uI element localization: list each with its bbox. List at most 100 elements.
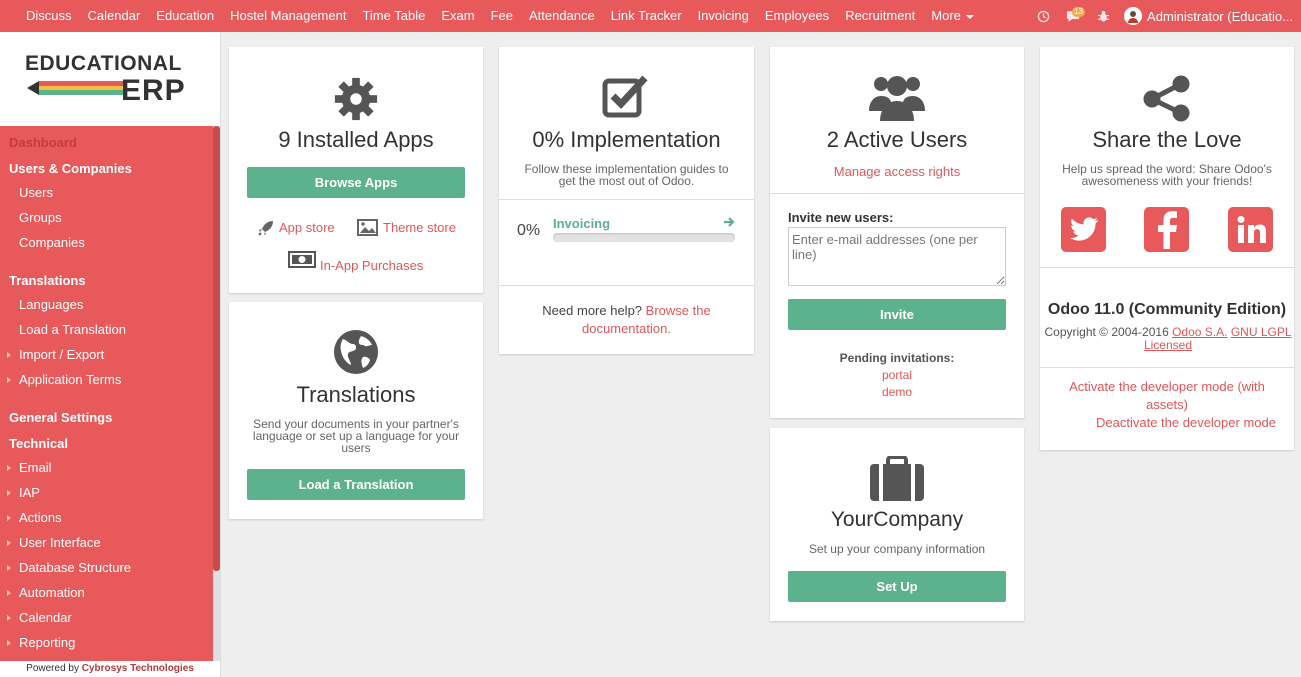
active-users-card: 2 Active Users Manage access rights Invi…	[770, 47, 1024, 418]
company-card: YourCompany Set up your company informat…	[770, 428, 1024, 621]
sidebar-item-user-interface[interactable]: User Interface	[7, 535, 101, 550]
implementation-card: 0% Implementation Follow these implement…	[499, 47, 754, 354]
sidebar-item-users[interactable]: Users	[19, 185, 53, 200]
sidebar: EDUCATIONAL ERP Dashboard Users & Compan…	[0, 32, 221, 677]
sidebar-item-companies[interactable]: Companies	[19, 235, 85, 250]
briefcase-icon	[870, 456, 924, 501]
copyright-text: Copyright © 2004-2016	[1044, 325, 1169, 339]
share-card: Share the Love Help us spread the word: …	[1040, 47, 1294, 450]
translations-description: Send your documents in your partner's la…	[252, 417, 460, 455]
gear-icon	[334, 77, 378, 121]
image-icon	[357, 219, 378, 236]
sidebar-item-dashboard[interactable]: Dashboard	[9, 135, 77, 150]
user-name: Administrator (Educatio...	[1147, 8, 1293, 24]
scrollbar-thumb[interactable]	[213, 126, 220, 571]
menu-link-tracker[interactable]: Link Tracker	[603, 0, 690, 32]
app-store-link[interactable]: App store	[279, 220, 335, 235]
sidebar-scrollbar[interactable]	[213, 126, 220, 661]
sidebar-item-email[interactable]: Email	[7, 460, 52, 475]
company-logo: EDUCATIONAL ERP	[25, 52, 200, 127]
sidebar-item-application-terms[interactable]: Application Terms	[6, 372, 121, 387]
invoicing-guide-link[interactable]: Invoicing	[553, 216, 610, 231]
arrow-right-icon[interactable]	[723, 216, 735, 228]
translations-title: Translations	[296, 382, 416, 407]
menu-invoicing[interactable]: Invoicing	[690, 0, 757, 32]
divider	[1040, 367, 1294, 368]
avatar	[1124, 7, 1143, 25]
menu-discuss[interactable]: Discuss	[18, 0, 80, 32]
pending-invite-demo[interactable]: demo	[770, 385, 1024, 399]
sidebar-item-database-structure[interactable]: Database Structure	[6, 560, 131, 575]
users-icon	[869, 76, 925, 121]
sidebar-item-actions[interactable]: Actions	[7, 510, 62, 525]
divider	[499, 285, 754, 286]
help-text: Need more help?	[542, 303, 643, 318]
sidebar-item-load-translation[interactable]: Load a Translation	[19, 322, 126, 337]
chat-icon[interactable]: 13	[1058, 0, 1088, 32]
odoo-sa-link[interactable]: Odoo S.A.	[1172, 325, 1227, 339]
sidebar-item-languages[interactable]: Languages	[19, 297, 83, 312]
invite-email-input[interactable]	[788, 227, 1006, 286]
share-description: Help us spread the word: Share Odoo's aw…	[1062, 162, 1272, 188]
theme-store-link[interactable]: Theme store	[383, 220, 456, 235]
divider	[499, 199, 754, 200]
menu-attendance[interactable]: Attendance	[521, 0, 603, 32]
manage-access-rights-link[interactable]: Manage access rights	[770, 164, 1024, 179]
chat-count-badge: 13	[1072, 7, 1085, 17]
translations-card: Translations Send your documents in your…	[229, 302, 483, 519]
active-users-title: 2 Active Users	[826, 127, 968, 152]
sidebar-item-users-companies[interactable]: Users & Companies	[9, 161, 132, 176]
menu-calendar[interactable]: Calendar	[80, 0, 149, 32]
twitter-icon[interactable]	[1061, 207, 1106, 252]
company-description: Set up your company information	[808, 542, 986, 556]
sidebar-item-general-settings[interactable]: General Settings	[9, 410, 112, 425]
menu-education[interactable]: Education	[148, 0, 222, 32]
linkedin-icon[interactable]	[1228, 207, 1273, 252]
in-app-purchases-link[interactable]: In-App Purchases	[320, 258, 423, 273]
set-up-button[interactable]: Set Up	[788, 571, 1006, 602]
powered-by: Powered by Cybrosys Technologies	[0, 661, 220, 677]
installed-apps-card: 9 Installed Apps Browse Apps App store T…	[229, 47, 483, 293]
activate-developer-mode-assets-link[interactable]: Activate the developer mode (with assets…	[1060, 378, 1274, 414]
logo-text-educational: EDUCATIONAL	[25, 52, 182, 75]
menu-hostel-management[interactable]: Hostel Management	[222, 0, 354, 32]
sidebar-item-iap[interactable]: IAP	[7, 485, 40, 500]
powered-by-company[interactable]: Cybrosys Technologies	[82, 663, 194, 674]
load-translation-button[interactable]: Load a Translation	[247, 469, 465, 500]
pending-invitations-label: Pending invitations:	[839, 351, 955, 365]
company-title: YourCompany	[830, 508, 964, 531]
logo-text-erp: ERP	[121, 74, 186, 107]
menu-more[interactable]: More	[923, 0, 982, 32]
invite-button[interactable]: Invite	[788, 299, 1006, 330]
odoo-version: Odoo 11.0 (Community Edition)	[1047, 301, 1287, 318]
menu-employees[interactable]: Employees	[757, 0, 837, 32]
installed-apps-title: 9 Installed Apps	[278, 127, 434, 152]
browse-apps-button[interactable]: Browse Apps	[247, 167, 465, 198]
sidebar-item-calendar[interactable]: Calendar	[7, 610, 72, 625]
sidebar-item-translations[interactable]: Translations	[9, 273, 86, 288]
pending-invite-portal[interactable]: portal	[770, 368, 1024, 382]
implementation-title: 0% Implementation	[532, 127, 721, 152]
powered-by-label: Powered by	[26, 663, 79, 674]
globe-icon	[334, 330, 378, 374]
systray: 13 Administrator (Educatio...	[1028, 0, 1301, 32]
sidebar-item-groups[interactable]: Groups	[19, 210, 62, 225]
menu-exam[interactable]: Exam	[433, 0, 482, 32]
top-navbar: Discuss Calendar Education Hostel Manage…	[0, 0, 1301, 32]
sidebar-item-automation[interactable]: Automation	[7, 585, 85, 600]
menu-fee[interactable]: Fee	[483, 0, 521, 32]
app-menu: Discuss Calendar Education Hostel Manage…	[0, 0, 982, 32]
user-menu[interactable]: Administrator (Educatio...	[1118, 7, 1301, 25]
implementation-description: Follow these implementation guides to ge…	[524, 162, 729, 188]
sidebar-item-technical[interactable]: Technical	[9, 436, 68, 451]
facebook-icon[interactable]	[1144, 207, 1189, 252]
menu-time-table[interactable]: Time Table	[354, 0, 433, 32]
sidebar-item-import-export[interactable]: Import / Export	[6, 347, 104, 362]
checkbox-icon	[602, 75, 648, 118]
bug-icon[interactable]	[1088, 0, 1118, 32]
clock-icon[interactable]	[1028, 0, 1058, 32]
menu-recruitment[interactable]: Recruitment	[837, 0, 923, 32]
deactivate-developer-mode-link[interactable]: Deactivate the developer mode	[1040, 415, 1301, 430]
divider	[770, 193, 1024, 194]
sidebar-item-reporting[interactable]: Reporting	[6, 635, 75, 650]
